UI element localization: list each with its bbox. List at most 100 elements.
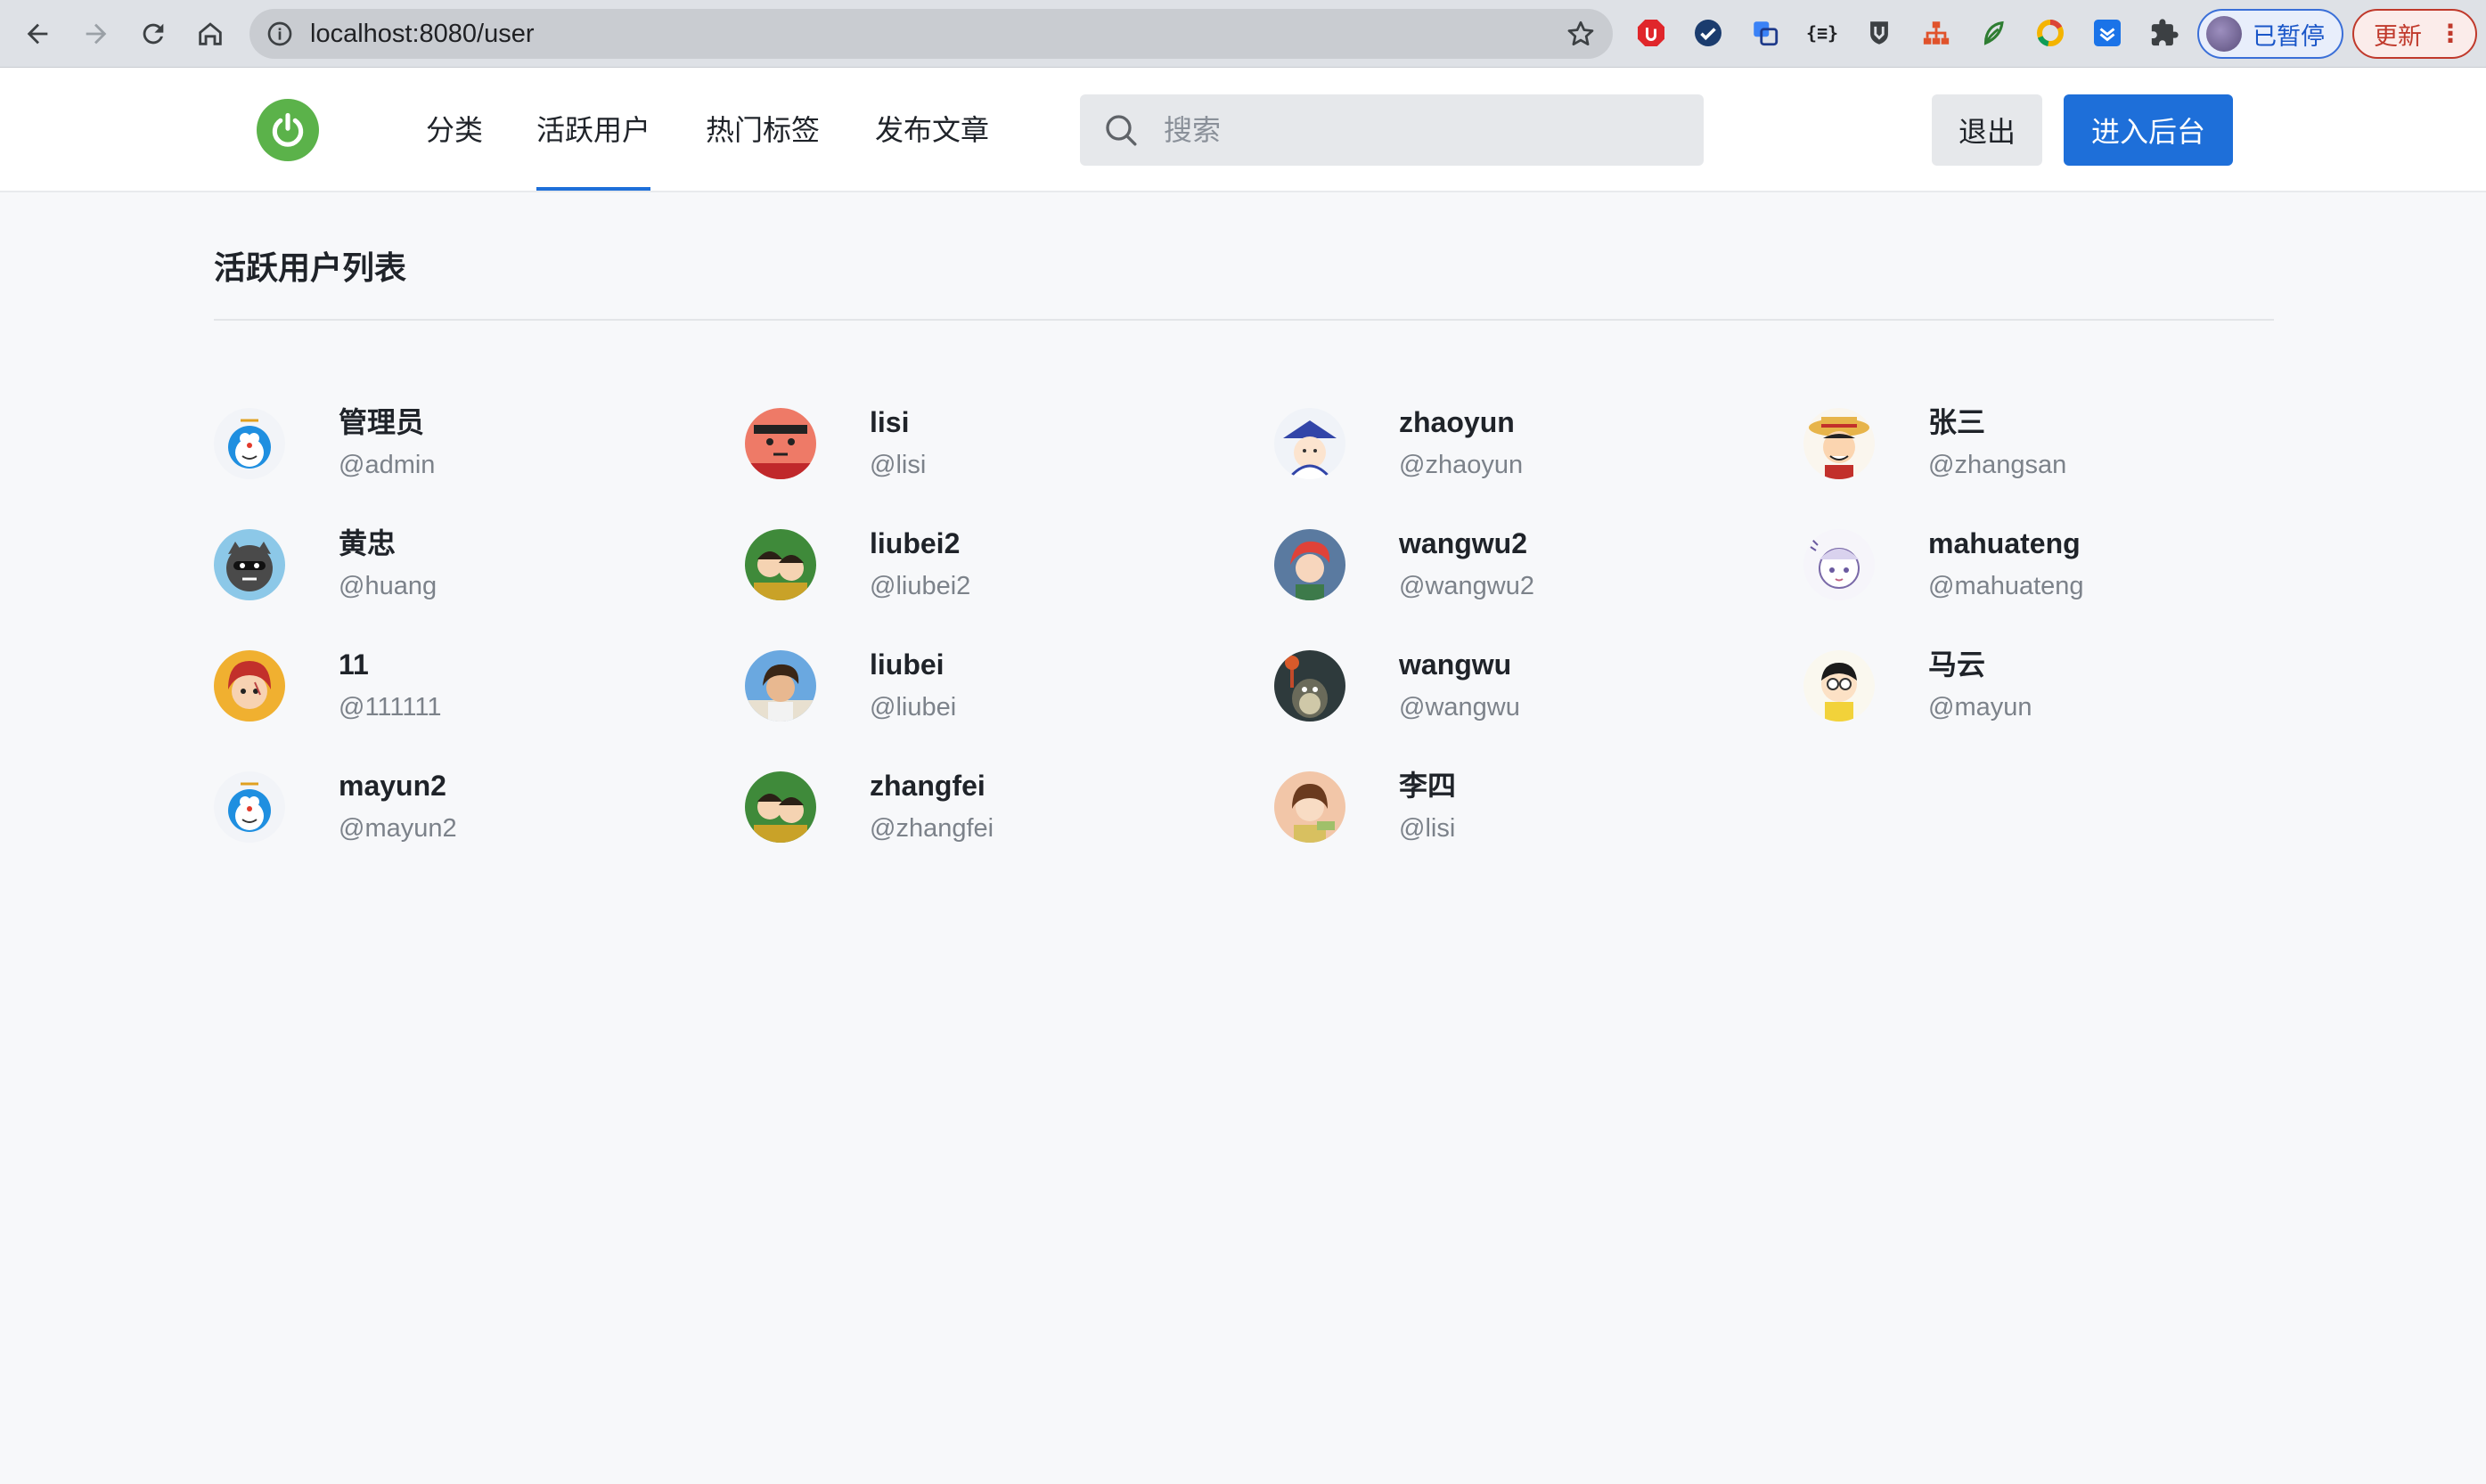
- user-avatar[interactable]: [1803, 529, 1875, 600]
- user-card[interactable]: wangwu2 @wangwu2: [1274, 526, 1773, 627]
- user-name[interactable]: mahuateng: [1928, 526, 2081, 561]
- user-avatar[interactable]: [745, 771, 816, 843]
- user-card[interactable]: 管理员 @admin: [214, 406, 713, 506]
- leaf-extension-icon[interactable]: [1976, 16, 2010, 50]
- user-card[interactable]: mayun2 @mayun2: [214, 768, 713, 869]
- user-avatar[interactable]: [1803, 650, 1875, 722]
- user-card[interactable]: 李四 @lisi: [1274, 768, 1773, 869]
- forward-button[interactable]: [75, 12, 118, 55]
- json-extension-icon[interactable]: {≡}: [1805, 16, 1839, 50]
- search-icon: [1106, 115, 1137, 146]
- user-name[interactable]: 11: [339, 647, 369, 682]
- crayon-shin-avatar: [745, 408, 816, 479]
- home-button[interactable]: [189, 12, 232, 55]
- boy-sky-avatar: [745, 650, 816, 722]
- user-avatar[interactable]: [214, 771, 285, 843]
- doraemon-avatar: [214, 408, 285, 479]
- user-card[interactable]: zhangfei @zhangfei: [745, 768, 1244, 869]
- user-avatar[interactable]: [1274, 771, 1345, 843]
- nav-hot-tags[interactable]: 热门标签: [706, 109, 820, 151]
- user-avatar[interactable]: [745, 529, 816, 600]
- anime-couple-avatar: [745, 771, 816, 843]
- anime-couple-avatar: [745, 529, 816, 600]
- nav-publish-article[interactable]: 发布文章: [875, 109, 989, 151]
- logout-button[interactable]: 退出: [1932, 94, 2042, 166]
- ring-extension-icon[interactable]: [2033, 16, 2067, 50]
- shield-extension-icon[interactable]: [1862, 16, 1896, 50]
- user-avatar[interactable]: [745, 650, 816, 722]
- address-bar[interactable]: localhost:8080/user: [249, 9, 1613, 59]
- user-name[interactable]: 管理员: [339, 404, 424, 440]
- user-avatar[interactable]: [214, 408, 285, 479]
- user-handle: @wangwu2: [1399, 572, 1534, 600]
- reload-button[interactable]: [132, 12, 175, 55]
- admin-button[interactable]: 进入后台: [2064, 94, 2233, 166]
- user-card[interactable]: 黄忠 @huang: [214, 526, 713, 627]
- user-handle: @admin: [339, 451, 436, 479]
- translate-extension-icon[interactable]: [1748, 16, 1782, 50]
- site-header: 分类 活跃用户 热门标签 发布文章 退出 进入后台: [0, 68, 2486, 192]
- nav-categories[interactable]: 分类: [426, 109, 483, 151]
- user-name[interactable]: wangwu: [1399, 647, 1511, 682]
- profile-button[interactable]: 已暂停: [2197, 9, 2343, 59]
- nobita-avatar: [1803, 650, 1875, 722]
- totoro-avatar: [1274, 650, 1345, 722]
- user-handle: @wangwu: [1399, 693, 1520, 722]
- user-name[interactable]: liubei2: [870, 526, 960, 561]
- user-handle: @zhaoyun: [1399, 451, 1524, 479]
- user-handle: @mayun2: [339, 814, 457, 843]
- search-input[interactable]: [1164, 103, 1681, 157]
- check-extension-icon[interactable]: [1691, 16, 1725, 50]
- user-name[interactable]: wangwu2: [1399, 526, 1527, 561]
- update-button[interactable]: 更新 ⋮: [2352, 9, 2477, 59]
- arrow-left-icon: [27, 23, 48, 45]
- profile-avatar: [2206, 16, 2242, 52]
- user-avatar[interactable]: [1274, 529, 1345, 600]
- user-handle: @mayun: [1928, 693, 2032, 722]
- user-name[interactable]: mayun2: [339, 768, 446, 803]
- user-card[interactable]: liubei @liubei: [745, 647, 1244, 748]
- user-name[interactable]: 李四: [1399, 768, 1456, 803]
- search-box: [1080, 94, 1704, 166]
- user-avatar[interactable]: [745, 408, 816, 479]
- user-avatar[interactable]: [214, 650, 285, 722]
- user-avatar[interactable]: [1803, 408, 1875, 479]
- adblock-extension-icon[interactable]: [1634, 16, 1668, 50]
- power-icon: [272, 112, 304, 147]
- site-logo[interactable]: [257, 99, 319, 161]
- user-handle: @huang: [339, 572, 438, 600]
- user-card[interactable]: wangwu @wangwu: [1274, 647, 1773, 748]
- user-avatar[interactable]: [1274, 408, 1345, 479]
- update-label: 更新: [2374, 22, 2422, 50]
- bookmark-star-icon[interactable]: [1565, 18, 1597, 50]
- puzzle-extensions-icon[interactable]: [2147, 16, 2181, 50]
- user-avatar[interactable]: [1274, 650, 1345, 722]
- nav-active-users[interactable]: 活跃用户: [536, 109, 651, 191]
- red-hair-avatar: [1274, 529, 1345, 600]
- user-card[interactable]: 张三 @zhangsan: [1803, 406, 2302, 506]
- user-card[interactable]: lisi @lisi: [745, 406, 1244, 506]
- user-name[interactable]: zhangfei: [870, 768, 985, 803]
- home-icon: [199, 22, 222, 45]
- user-handle: @mahuateng: [1928, 572, 2084, 600]
- user-handle: @liubei: [870, 693, 957, 722]
- user-card[interactable]: 马云 @mayun: [1803, 647, 2302, 748]
- user-card[interactable]: mahuateng @mahuateng: [1803, 526, 2302, 627]
- user-name[interactable]: 张三: [1928, 404, 1985, 440]
- user-name[interactable]: 马云: [1928, 647, 1985, 682]
- sitemap-extension-icon[interactable]: [1919, 16, 1953, 50]
- user-avatar[interactable]: [214, 529, 285, 600]
- shanks-avatar: [214, 650, 285, 722]
- user-card[interactable]: zhaoyun @zhaoyun: [1274, 406, 1773, 506]
- user-name[interactable]: liubei: [870, 647, 945, 682]
- browser-toolbar: localhost:8080/user {≡} 已暂停 更新 ⋮: [0, 0, 2486, 68]
- download-extension-icon[interactable]: [2090, 16, 2124, 50]
- user-name[interactable]: lisi: [870, 404, 909, 440]
- user-name[interactable]: 黄忠: [339, 526, 396, 561]
- url-text: localhost:8080/user: [310, 20, 535, 48]
- user-card[interactable]: 11 @111111: [214, 647, 713, 748]
- back-button[interactable]: [16, 12, 59, 55]
- user-card[interactable]: liubei2 @liubei2: [745, 526, 1244, 627]
- user-name[interactable]: zhaoyun: [1399, 404, 1515, 440]
- chibi-avatar: [1803, 529, 1875, 600]
